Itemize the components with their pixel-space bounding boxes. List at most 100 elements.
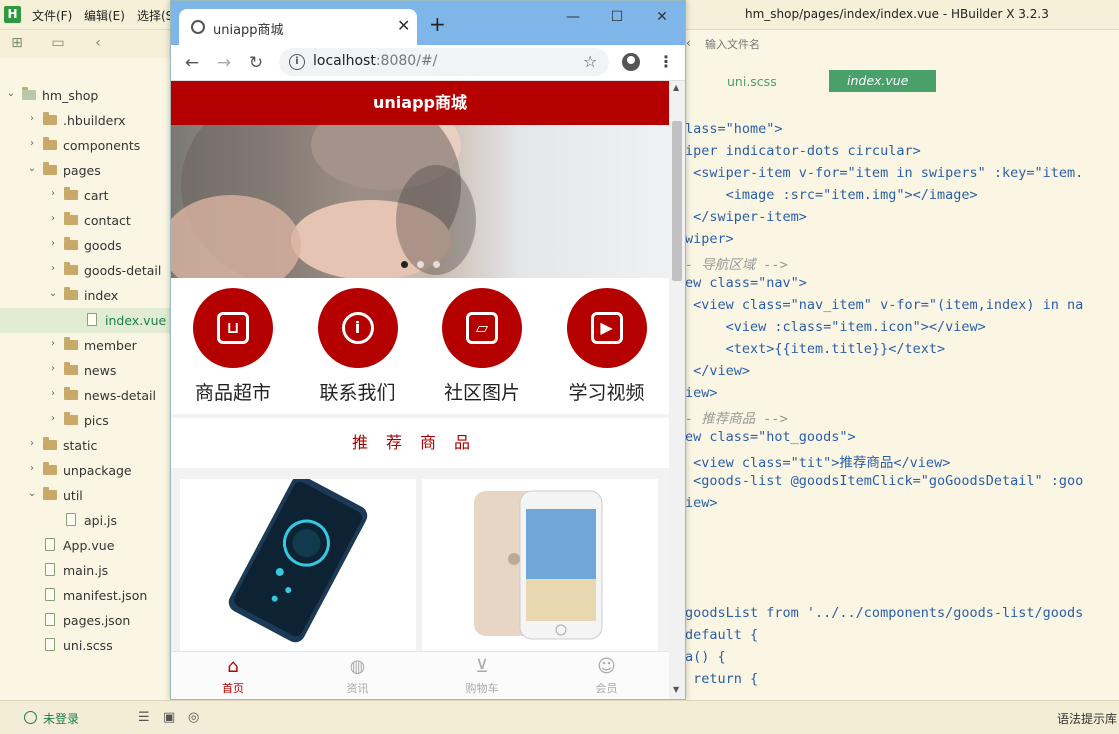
- page-scrollbar[interactable]: ▲ ▼: [669, 81, 685, 699]
- syntax-library[interactable]: 语法提示库: [1057, 710, 1117, 727]
- chevron-right-icon[interactable]: ›: [27, 138, 37, 150]
- tabbar-item[interactable]: ⌂ 首页: [171, 656, 295, 696]
- folder-icon: [43, 137, 57, 150]
- new-file-icon[interactable]: ⊞: [9, 35, 25, 51]
- close-tab-icon[interactable]: ✕: [397, 16, 410, 35]
- tree-item-label: components: [63, 138, 141, 153]
- goods-card-phone-1[interactable]: [180, 475, 416, 651]
- chevron-right-icon[interactable]: ›: [48, 263, 58, 275]
- back-icon[interactable]: ‹: [90, 35, 106, 51]
- tabbar-item[interactable]: ◍ 资讯: [296, 656, 420, 696]
- palette-icon[interactable]: ◎: [188, 710, 199, 725]
- tree-item[interactable]: › .hbuilderx: [0, 108, 170, 133]
- file-icon: [87, 313, 97, 326]
- chevron-right-icon[interactable]: ›: [27, 438, 37, 450]
- tree-item[interactable]: manifest.json: [0, 583, 170, 608]
- bookmark-star-icon[interactable]: ☆: [583, 52, 597, 71]
- tree-item-label: contact: [84, 213, 131, 228]
- chevron-right-icon[interactable]: ›: [48, 363, 58, 375]
- goods-card-phone-2[interactable]: [422, 479, 658, 651]
- nav-item[interactable]: ▱ 社区图片: [420, 288, 544, 408]
- tree-item-label: goods: [84, 238, 122, 253]
- chevron-down-icon[interactable]: ⌄: [27, 163, 37, 175]
- nav-item[interactable]: i 联系我们: [296, 288, 420, 408]
- menu-edit[interactable]: 编辑(E): [84, 7, 125, 24]
- tree-item[interactable]: › unpackage: [0, 458, 170, 483]
- save-icon[interactable]: ▭: [50, 35, 66, 51]
- code-line: ew class="nav">: [685, 275, 807, 291]
- tree-item[interactable]: main.js: [0, 558, 170, 583]
- nav-item[interactable]: ⊔ 商品超市: [171, 288, 295, 408]
- tree-item[interactable]: ⌄ index: [0, 283, 170, 308]
- info-icon[interactable]: i: [289, 54, 305, 70]
- chevron-down-icon[interactable]: ⌄: [27, 488, 37, 500]
- chevron-right-icon[interactable]: ›: [48, 338, 58, 350]
- minimize-button[interactable]: —: [559, 7, 587, 27]
- login-status[interactable]: 未登录: [43, 710, 79, 727]
- swiper-dot[interactable]: [401, 261, 408, 268]
- tree-item[interactable]: › news: [0, 358, 170, 383]
- folder-icon: [64, 212, 78, 225]
- tree-item[interactable]: index.vue: [0, 308, 170, 333]
- tabbar-item[interactable]: ☺ 会员: [545, 656, 669, 696]
- tree-item[interactable]: › goods-detail: [0, 258, 170, 283]
- tab-index-vue[interactable]: index.vue: [829, 70, 936, 92]
- chevron-right-icon[interactable]: ›: [48, 213, 58, 225]
- scroll-down-icon[interactable]: ▼: [673, 685, 679, 694]
- code-line: wiper>: [685, 231, 734, 247]
- tree-item[interactable]: ⌄ util: [0, 483, 170, 508]
- file-tree: ⌄ hm_shop › .hbuilderx › components ⌄ pages › car…: [0, 80, 170, 700]
- chevron-down-icon[interactable]: ⌄: [48, 288, 58, 300]
- browser-menu-icon[interactable]: ⋮: [658, 52, 674, 71]
- collapse-icon[interactable]: ‹: [686, 36, 691, 50]
- tree-item[interactable]: App.vue: [0, 533, 170, 558]
- nav-item[interactable]: ▶ 学习视频: [545, 288, 669, 408]
- tree-item[interactable]: › pics: [0, 408, 170, 433]
- tabbar-item[interactable]: ⊻ 购物车: [420, 656, 544, 696]
- tree-item[interactable]: › member: [0, 333, 170, 358]
- tree-item[interactable]: api.js: [0, 508, 170, 533]
- file-search-input[interactable]: [705, 37, 825, 51]
- tree-item[interactable]: › components: [0, 133, 170, 158]
- tree-item[interactable]: › news-detail: [0, 383, 170, 408]
- tree-item[interactable]: › contact: [0, 208, 170, 233]
- code-line: default {: [685, 627, 759, 643]
- swiper-dot[interactable]: [417, 261, 424, 268]
- tree-item[interactable]: ⌄ pages: [0, 158, 170, 183]
- tab-uni-scss[interactable]: uni.scss: [727, 74, 777, 89]
- chevron-right-icon[interactable]: ›: [48, 188, 58, 200]
- tree-item-label: .hbuilderx: [63, 113, 126, 128]
- scroll-up-icon[interactable]: ▲: [673, 83, 679, 92]
- tree-item[interactable]: › cart: [0, 183, 170, 208]
- forward-button[interactable]: →: [214, 53, 234, 73]
- menu-file[interactable]: 文件(F): [32, 7, 72, 24]
- swiper-dot[interactable]: [433, 261, 440, 268]
- scrollbar-thumb[interactable]: [672, 121, 682, 281]
- tree-item[interactable]: ⌄ hm_shop: [0, 83, 170, 108]
- new-tab-button[interactable]: +: [429, 14, 446, 34]
- browser-tab[interactable]: uniapp商城 ✕: [179, 9, 417, 45]
- chevron-right-icon[interactable]: ›: [48, 238, 58, 250]
- code-line: - 导航区域 -->: [685, 257, 788, 273]
- chevron-right-icon[interactable]: ›: [48, 413, 58, 425]
- tree-item[interactable]: pages.json: [0, 608, 170, 633]
- close-window-button[interactable]: ✕: [648, 7, 676, 27]
- tree-item[interactable]: › goods: [0, 233, 170, 258]
- back-button[interactable]: ←: [182, 53, 202, 73]
- terminal-icon[interactable]: ▣: [163, 710, 175, 725]
- menu-select[interactable]: 选择(S: [137, 7, 173, 24]
- chevron-down-icon[interactable]: ⌄: [6, 88, 16, 100]
- list-icon[interactable]: ☰: [138, 710, 150, 725]
- profile-icon[interactable]: [622, 53, 640, 71]
- code-line: <goods-list @goodsItemClick="goGoodsDeta…: [685, 473, 1084, 489]
- reload-button[interactable]: ↻: [246, 53, 266, 73]
- maximize-button[interactable]: ☐: [603, 7, 631, 27]
- folder-icon: [64, 412, 78, 425]
- chevron-right-icon[interactable]: ›: [27, 113, 37, 125]
- chevron-right-icon[interactable]: ›: [27, 463, 37, 475]
- address-bar[interactable]: i localhost:8080/#/ ☆: [279, 48, 609, 76]
- banner-swiper[interactable]: [171, 125, 669, 278]
- tree-item[interactable]: › static: [0, 433, 170, 458]
- chevron-right-icon[interactable]: ›: [48, 388, 58, 400]
- tree-item[interactable]: uni.scss: [0, 633, 170, 658]
